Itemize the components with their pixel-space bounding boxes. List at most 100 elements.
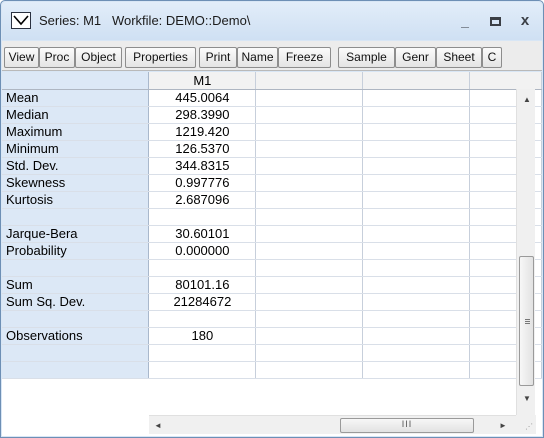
- print-button[interactable]: Print: [199, 47, 237, 68]
- value-cell[interactable]: [148, 208, 257, 226]
- row-label-cell[interactable]: Skewness: [2, 174, 150, 192]
- empty-cell[interactable]: [255, 259, 364, 277]
- value-cell[interactable]: 445.0064: [148, 89, 257, 107]
- scroll-right-arrow[interactable]: ►: [499, 421, 507, 430]
- value-cell[interactable]: [148, 259, 257, 277]
- empty-cell[interactable]: [362, 106, 471, 124]
- empty-cell[interactable]: [255, 310, 364, 328]
- object-button[interactable]: Object: [75, 47, 122, 68]
- horizontal-scrollbar[interactable]: ◄ III ►: [149, 415, 516, 434]
- value-cell[interactable]: 344.8315: [148, 157, 257, 175]
- vertical-scrollbar[interactable]: ▲ ▼: [516, 89, 535, 416]
- name-button[interactable]: Name: [237, 47, 278, 68]
- empty-cell[interactable]: [255, 242, 364, 260]
- title-bar[interactable]: Series: M1 Workfile: DEMO::Demo\ _ x: [2, 2, 542, 40]
- column-header-empty[interactable]: [469, 72, 542, 90]
- resize-grip[interactable]: ⋰: [516, 415, 536, 434]
- header-corner-cell[interactable]: [2, 72, 150, 90]
- value-cell[interactable]: [148, 344, 257, 362]
- value-cell[interactable]: 80101.16: [148, 276, 257, 294]
- row-label-cell[interactable]: Maximum: [2, 123, 150, 141]
- minimize-button[interactable]: _: [454, 11, 476, 31]
- value-cell[interactable]: 180: [148, 327, 257, 345]
- empty-cell[interactable]: [255, 140, 364, 158]
- empty-cell[interactable]: [255, 123, 364, 141]
- row-label-cell[interactable]: Sum Sq. Dev.: [2, 293, 150, 311]
- empty-cell[interactable]: [362, 208, 471, 226]
- empty-cell[interactable]: [255, 89, 364, 107]
- value-cell[interactable]: [148, 361, 257, 379]
- sample-button[interactable]: Sample: [338, 47, 395, 68]
- overflow-toolbar-button[interactable]: C: [482, 47, 502, 68]
- value-cell[interactable]: 0.000000: [148, 242, 257, 260]
- empty-cell[interactable]: [362, 123, 471, 141]
- value-cell[interactable]: 298.3990: [148, 106, 257, 124]
- empty-cell[interactable]: [362, 327, 471, 345]
- row-label-cell[interactable]: Kurtosis: [2, 191, 150, 209]
- table-row: Observations 180: [2, 327, 542, 345]
- row-label-cell[interactable]: Minimum: [2, 140, 150, 158]
- stats-spreadsheet[interactable]: M1 Mean 445.0064 Median 298.3990 Maximum 1219.…: [2, 72, 542, 436]
- value-cell[interactable]: 0.997776: [148, 174, 257, 192]
- empty-cell[interactable]: [362, 276, 471, 294]
- empty-cell[interactable]: [255, 106, 364, 124]
- row-label-cell[interactable]: [2, 344, 150, 362]
- row-label-cell[interactable]: [2, 310, 150, 328]
- row-label-cell[interactable]: Observations: [2, 327, 150, 345]
- scroll-left-arrow[interactable]: ◄: [154, 421, 162, 430]
- empty-cell[interactable]: [362, 310, 471, 328]
- column-header-empty[interactable]: [362, 72, 471, 90]
- empty-cell[interactable]: [255, 361, 364, 379]
- empty-cell[interactable]: [362, 361, 471, 379]
- empty-cell[interactable]: [255, 191, 364, 209]
- empty-cell[interactable]: [255, 174, 364, 192]
- empty-cell[interactable]: [255, 225, 364, 243]
- genr-button[interactable]: Genr: [395, 47, 436, 68]
- empty-cell[interactable]: [362, 174, 471, 192]
- empty-cell[interactable]: [362, 259, 471, 277]
- empty-cell[interactable]: [362, 242, 471, 260]
- empty-cell[interactable]: [362, 89, 471, 107]
- freeze-button[interactable]: Freeze: [278, 47, 331, 68]
- empty-cell[interactable]: [362, 140, 471, 158]
- vertical-scroll-thumb[interactable]: [519, 256, 534, 386]
- empty-cell[interactable]: [255, 208, 364, 226]
- column-header-m1[interactable]: M1: [148, 72, 257, 90]
- series-window: Series: M1 Workfile: DEMO::Demo\ _ x Vie…: [0, 0, 544, 438]
- sheet-button[interactable]: Sheet: [436, 47, 482, 68]
- row-label-cell[interactable]: [2, 208, 150, 226]
- row-label-cell[interactable]: Probability: [2, 242, 150, 260]
- row-label-cell[interactable]: [2, 259, 150, 277]
- empty-cell[interactable]: [255, 344, 364, 362]
- maximize-button[interactable]: [484, 11, 506, 31]
- empty-cell[interactable]: [255, 293, 364, 311]
- horizontal-scroll-thumb[interactable]: III: [340, 418, 474, 433]
- empty-cell[interactable]: [362, 157, 471, 175]
- empty-cell[interactable]: [362, 344, 471, 362]
- properties-button[interactable]: Properties: [125, 47, 196, 68]
- row-label-cell[interactable]: Std. Dev.: [2, 157, 150, 175]
- value-cell[interactable]: [148, 310, 257, 328]
- row-label-cell[interactable]: Mean: [2, 89, 150, 107]
- row-label-cell[interactable]: Sum: [2, 276, 150, 294]
- close-button[interactable]: x: [514, 11, 536, 31]
- empty-cell[interactable]: [255, 276, 364, 294]
- value-cell[interactable]: 21284672: [148, 293, 257, 311]
- empty-cell[interactable]: [255, 157, 364, 175]
- view-button[interactable]: View: [4, 47, 39, 68]
- empty-cell[interactable]: [362, 293, 471, 311]
- value-cell[interactable]: 126.5370: [148, 140, 257, 158]
- proc-button[interactable]: Proc: [39, 47, 75, 68]
- empty-cell[interactable]: [255, 327, 364, 345]
- row-label-cell[interactable]: Jarque-Bera: [2, 225, 150, 243]
- value-cell[interactable]: 30.60101: [148, 225, 257, 243]
- scroll-up-arrow[interactable]: ▲: [523, 95, 531, 104]
- row-label-cell[interactable]: Median: [2, 106, 150, 124]
- empty-cell[interactable]: [362, 191, 471, 209]
- column-header-empty[interactable]: [255, 72, 364, 90]
- empty-cell[interactable]: [362, 225, 471, 243]
- value-cell[interactable]: 1219.420: [148, 123, 257, 141]
- scroll-down-arrow[interactable]: ▼: [523, 394, 531, 403]
- value-cell[interactable]: 2.687096: [148, 191, 257, 209]
- row-label-cell[interactable]: [2, 361, 150, 379]
